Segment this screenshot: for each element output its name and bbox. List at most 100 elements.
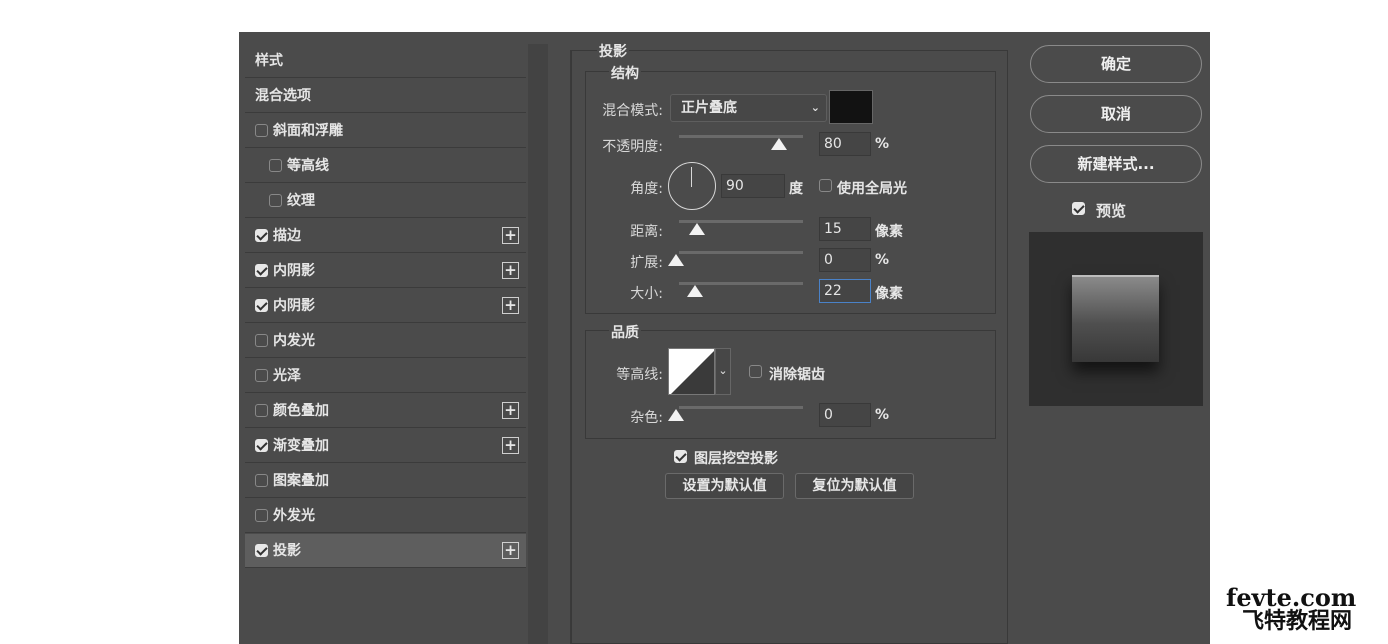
style-item[interactable]: 纹理 — [245, 184, 526, 218]
angle-unit: 度 — [789, 181, 803, 197]
style-item-checkbox[interactable] — [255, 404, 268, 417]
size-slider-thumb[interactable] — [687, 285, 703, 297]
watermark-domain: fevte.com — [1226, 583, 1357, 612]
ok-button[interactable]: 确定 — [1030, 45, 1202, 83]
add-effect-icon[interactable]: + — [502, 297, 519, 314]
new-style-button[interactable]: 新建样式... — [1030, 145, 1202, 183]
style-item[interactable]: 斜面和浮雕 — [245, 114, 526, 148]
size-input[interactable]: 22 — [819, 279, 871, 303]
style-item-label: 内阴影 — [273, 263, 315, 279]
anti-alias-checkbox[interactable] — [749, 365, 762, 378]
style-item[interactable]: 投影 + — [245, 534, 526, 568]
shadow-color-swatch[interactable] — [829, 90, 873, 124]
style-item-checkbox[interactable] — [255, 369, 268, 382]
global-light-label: 使用全局光 — [837, 181, 907, 197]
style-item-checkbox[interactable] — [269, 194, 282, 207]
style-item[interactable]: 内发光 — [245, 324, 526, 358]
style-list: 样式 混合选项 斜面和浮雕 等高线 纹理 描边 + 内阴影 + 内阴影 + 内发光 光泽 颜色叠加 + 渐… — [241, 44, 526, 644]
styles-label: 样式 — [255, 53, 283, 69]
blend-options-label: 混合选项 — [255, 88, 311, 104]
style-preview — [1029, 232, 1203, 406]
noise-label: 杂色: — [630, 410, 663, 426]
spread-unit: % — [875, 252, 890, 268]
style-list-header[interactable]: 样式 — [245, 44, 526, 78]
distance-input[interactable]: 15 — [819, 217, 871, 241]
style-item[interactable]: 图案叠加 — [245, 464, 526, 498]
contour-dropdown[interactable]: ⌄ — [715, 348, 731, 395]
opacity-input[interactable]: 80 — [819, 132, 871, 156]
add-effect-icon[interactable]: + — [502, 262, 519, 279]
contour-preview[interactable] — [668, 348, 715, 395]
list-scrollbar[interactable] — [528, 44, 548, 644]
add-effect-icon[interactable]: + — [502, 227, 519, 244]
blend-options-item[interactable]: 混合选项 — [245, 79, 526, 113]
watermark: fevte.com 飞特教程网 — [1226, 586, 1386, 634]
spread-input[interactable]: 0 — [819, 248, 871, 272]
spread-slider-track[interactable] — [679, 251, 803, 254]
global-light-checkbox[interactable] — [819, 179, 832, 192]
style-item-checkbox[interactable] — [255, 124, 268, 137]
size-label: 大小: — [630, 286, 663, 302]
style-item-checkbox[interactable] — [255, 229, 268, 242]
opacity-slider-thumb[interactable] — [771, 138, 787, 150]
style-item-checkbox[interactable] — [255, 544, 268, 557]
angle-label: 角度: — [630, 181, 663, 197]
drop-shadow-title: 投影 — [597, 41, 629, 61]
style-item-label: 等高线 — [287, 158, 329, 174]
style-item-checkbox[interactable] — [269, 159, 282, 172]
spread-slider-thumb[interactable] — [668, 254, 684, 266]
distance-slider-thumb[interactable] — [689, 223, 705, 235]
style-item-label: 内发光 — [273, 333, 315, 349]
blend-mode-value: 正片叠底 — [681, 100, 737, 116]
distance-unit: 像素 — [875, 224, 903, 240]
contour-curve-icon — [671, 351, 714, 394]
style-item[interactable]: 描边 + — [245, 219, 526, 253]
noise-unit: % — [875, 407, 890, 423]
style-item-checkbox[interactable] — [255, 509, 268, 522]
opacity-label: 不透明度: — [602, 139, 663, 155]
style-item[interactable]: 颜色叠加 + — [245, 394, 526, 428]
style-item-checkbox[interactable] — [255, 264, 268, 277]
preview-tile — [1072, 275, 1159, 362]
noise-input[interactable]: 0 — [819, 403, 871, 427]
blend-mode-select[interactable]: 正片叠底 ⌄ — [670, 94, 827, 122]
noise-slider-track[interactable] — [679, 406, 803, 409]
preview-checkbox[interactable] — [1072, 202, 1085, 215]
style-item-label: 斜面和浮雕 — [273, 123, 343, 139]
blend-mode-label: 混合模式: — [602, 103, 663, 119]
style-item-checkbox[interactable] — [255, 299, 268, 312]
style-item[interactable]: 内阴影 + — [245, 254, 526, 288]
knockout-checkbox[interactable] — [674, 450, 687, 463]
add-effect-icon[interactable]: + — [502, 542, 519, 559]
angle-dial[interactable] — [668, 162, 716, 210]
add-effect-icon[interactable]: + — [502, 437, 519, 454]
add-effect-icon[interactable]: + — [502, 402, 519, 419]
distance-label: 距离: — [630, 224, 663, 240]
style-item[interactable]: 渐变叠加 + — [245, 429, 526, 463]
style-item-checkbox[interactable] — [255, 439, 268, 452]
preview-label: 预览 — [1096, 202, 1127, 220]
style-item[interactable]: 外发光 — [245, 499, 526, 533]
reset-default-button[interactable]: 复位为默认值 — [795, 473, 914, 499]
style-item-checkbox[interactable] — [255, 334, 268, 347]
anti-alias-label: 消除锯齿 — [769, 367, 825, 383]
style-item-label: 渐变叠加 — [273, 438, 329, 454]
set-default-button[interactable]: 设置为默认值 — [665, 473, 784, 499]
style-item-label: 纹理 — [287, 193, 315, 209]
style-item-checkbox[interactable] — [255, 474, 268, 487]
quality-title: 品质 — [609, 322, 641, 342]
size-unit: 像素 — [875, 286, 903, 302]
style-item-label: 颜色叠加 — [273, 403, 329, 419]
chevron-down-icon: ⌄ — [718, 364, 728, 377]
style-item-label: 内阴影 — [273, 298, 315, 314]
style-item[interactable]: 光泽 — [245, 359, 526, 393]
watermark-cn: 飞特教程网 — [1242, 609, 1353, 634]
angle-input[interactable]: 90 — [721, 174, 785, 198]
noise-slider-thumb[interactable] — [668, 409, 684, 421]
style-item[interactable]: 内阴影 + — [245, 289, 526, 323]
style-item-label: 图案叠加 — [273, 473, 329, 489]
style-item-label: 描边 — [273, 228, 301, 244]
contour-label: 等高线: — [616, 367, 663, 383]
cancel-button[interactable]: 取消 — [1030, 95, 1202, 133]
style-item[interactable]: 等高线 — [245, 149, 526, 183]
